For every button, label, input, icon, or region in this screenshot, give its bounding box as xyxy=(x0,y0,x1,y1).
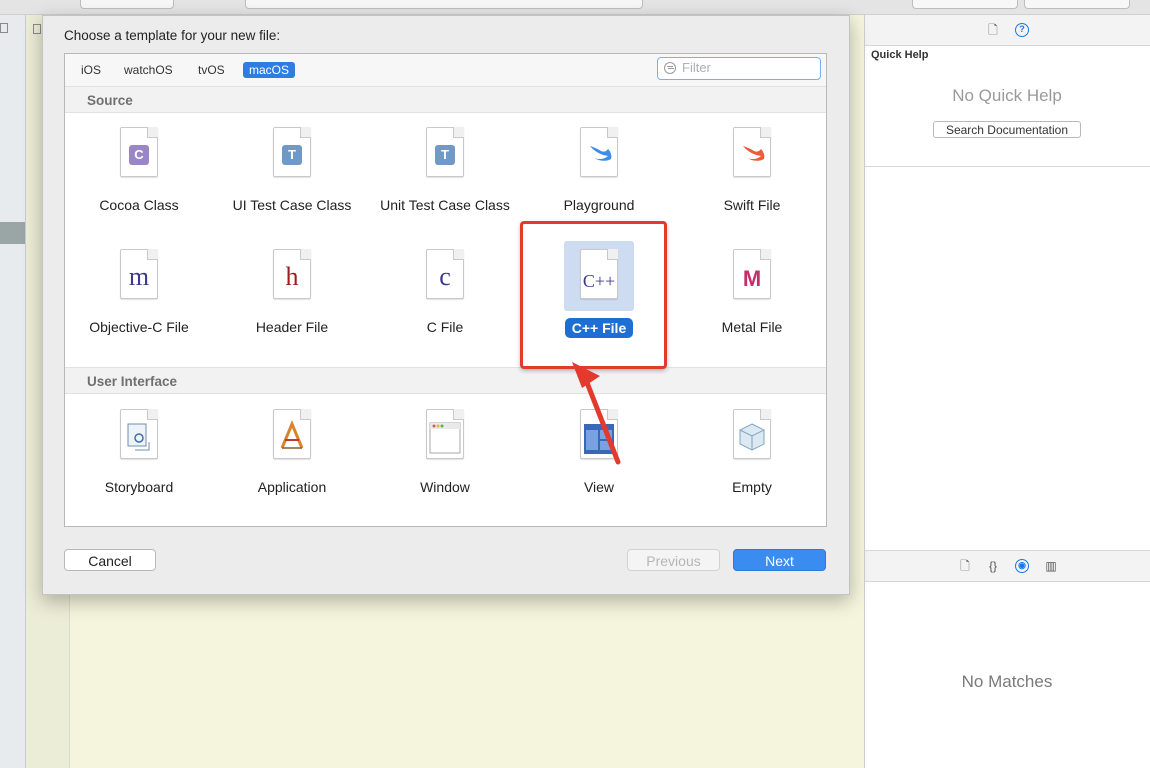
toolbar xyxy=(0,0,1150,15)
template-label: Objective-C File xyxy=(89,319,189,335)
navigator-selected-row[interactable] xyxy=(0,222,25,244)
file-inspector-icon[interactable]: 🗋 xyxy=(987,23,999,37)
template-header-file[interactable]: h Header File xyxy=(217,249,367,336)
template-label: UI Test Case Class xyxy=(232,197,352,213)
template-label: Unit Test Case Class xyxy=(380,197,510,213)
library-selector-bar: 🗋 {} ◉ ▥ xyxy=(865,551,1150,581)
template-metal-file[interactable]: M Metal File xyxy=(677,249,827,336)
filter-icon xyxy=(664,62,676,74)
template-label: Cocoa Class xyxy=(99,197,179,213)
activity-view xyxy=(245,0,643,9)
template-chooser: iOS watchOS tvOS macOS Filter Source C C… xyxy=(64,53,827,527)
cancel-button[interactable]: Cancel xyxy=(64,549,156,571)
template-label: Header File xyxy=(255,319,329,335)
cocoa-class-icon: C xyxy=(120,127,158,177)
template-ui-test-case-class[interactable]: T UI Test Case Class xyxy=(217,127,367,214)
template-label: Swift File xyxy=(723,197,781,213)
template-window[interactable]: Window xyxy=(370,409,520,496)
highlight-box xyxy=(520,221,667,369)
template-swift-file[interactable]: Swift File xyxy=(677,127,827,214)
toolbar-segment[interactable] xyxy=(80,0,174,9)
template-label: Window xyxy=(420,479,470,495)
header-file-icon: h xyxy=(273,249,311,299)
media-library-icon[interactable]: ▥ xyxy=(1045,559,1057,573)
section-header-source: Source xyxy=(65,86,826,113)
object-library-icon[interactable]: ◉ xyxy=(1015,559,1029,573)
window-icon xyxy=(426,409,464,459)
section-header-user-interface: User Interface xyxy=(65,367,826,394)
template-label: Application xyxy=(257,479,327,495)
template-label: Storyboard xyxy=(104,479,174,495)
template-application[interactable]: Application xyxy=(217,409,367,496)
code-snippet-library-icon[interactable]: {} xyxy=(987,559,999,573)
annotation-arrow xyxy=(572,362,621,465)
file-template-library-icon[interactable]: 🗋 xyxy=(959,559,971,573)
template-empty[interactable]: Empty xyxy=(677,409,827,496)
application-icon xyxy=(273,409,311,459)
metal-file-icon: M xyxy=(733,249,771,299)
sheet-title: Choose a template for your new file: xyxy=(64,28,281,43)
related-items-icon[interactable] xyxy=(33,24,41,34)
swift-bird-icon xyxy=(580,127,618,177)
no-quick-help-text: No Quick Help xyxy=(952,86,1062,105)
platform-tab-bar: iOS watchOS tvOS macOS Filter xyxy=(65,54,826,87)
swift-bird-icon xyxy=(733,127,771,177)
no-matches-text: No Matches xyxy=(961,672,1053,691)
template-storyboard[interactable]: Storyboard xyxy=(64,409,214,496)
navigator-panel xyxy=(0,15,26,768)
tab-watchos[interactable]: watchOS xyxy=(118,62,179,78)
template-label: C File xyxy=(426,319,464,335)
objective-c-file-icon: m xyxy=(120,249,158,299)
tab-ios[interactable]: iOS xyxy=(75,62,107,78)
template-playground[interactable]: Playground xyxy=(524,127,674,214)
previous-button[interactable]: Previous xyxy=(627,549,720,571)
search-documentation-button[interactable]: Search Documentation xyxy=(933,121,1081,138)
inspector-selector-bar: 🗋 ? xyxy=(865,15,1150,45)
template-objective-c-file[interactable]: m Objective-C File xyxy=(64,249,214,336)
filter-placeholder: Filter xyxy=(682,60,711,75)
template-label: Empty xyxy=(732,479,772,495)
tab-tvos[interactable]: tvOS xyxy=(192,62,231,78)
navigator-icon[interactable] xyxy=(0,23,8,33)
template-label: Metal File xyxy=(721,319,783,335)
unit-test-case-icon: T xyxy=(426,127,464,177)
template-unit-test-case-class[interactable]: T Unit Test Case Class xyxy=(370,127,520,214)
template-c-file[interactable]: c C File xyxy=(370,249,520,336)
empty-icon xyxy=(733,409,771,459)
c-file-icon: c xyxy=(426,249,464,299)
filter-field[interactable]: Filter xyxy=(657,57,821,80)
tab-macos[interactable]: macOS xyxy=(243,62,296,78)
template-label: View xyxy=(583,479,615,495)
template-cocoa-class[interactable]: C Cocoa Class xyxy=(64,127,214,214)
storyboard-icon xyxy=(120,409,158,459)
template-label: Playground xyxy=(563,197,635,213)
quick-help-title: Quick Help xyxy=(871,49,929,61)
view-toggle-segment[interactable] xyxy=(1024,0,1130,9)
ui-test-case-icon: T xyxy=(273,127,311,177)
next-button[interactable]: Next xyxy=(733,549,826,571)
editor-mode-segment[interactable] xyxy=(912,0,1018,9)
quick-help-icon[interactable]: ? xyxy=(1015,23,1029,37)
